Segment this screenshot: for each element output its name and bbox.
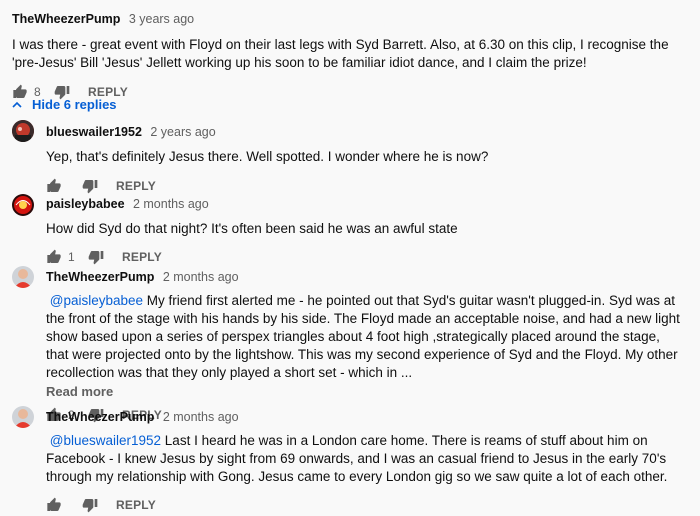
reply-comment: blueswailer1952 2 years ago Yep, that's … xyxy=(46,123,686,195)
comment-time[interactable]: 2 years ago xyxy=(150,125,215,139)
thumbs-down-icon[interactable] xyxy=(88,249,104,265)
comment-text: How did Syd do that night? It's often be… xyxy=(46,221,458,236)
reply-button[interactable]: REPLY xyxy=(116,498,156,512)
top-comment: TheWheezerPump 3 years ago I was there -… xyxy=(12,10,692,101)
comment-author[interactable]: TheWheezerPump xyxy=(46,270,154,284)
thumbs-up-icon[interactable] xyxy=(46,178,62,194)
thumbs-up-icon[interactable] xyxy=(46,497,62,513)
comment-time[interactable]: 3 years ago xyxy=(129,12,194,26)
avatar[interactable] xyxy=(12,406,34,428)
comment-text: @paisleybabee My friend first alerted me… xyxy=(46,292,686,382)
reply-comment: TheWheezerPump 2 months ago @paisleybabe… xyxy=(46,268,686,424)
hide-replies-button[interactable]: Hide 6 replies xyxy=(12,97,117,112)
reply-comment: TheWheezerPump 2 months ago @blueswailer… xyxy=(46,408,686,514)
read-more-button[interactable]: Read more xyxy=(46,384,686,399)
hide-replies-label: Hide 6 replies xyxy=(32,97,117,112)
like-count: 1 xyxy=(68,250,75,264)
mention-link[interactable]: @paisleybabee xyxy=(50,293,143,308)
thumbs-down-icon[interactable] xyxy=(82,178,98,194)
thumbs-up-icon[interactable] xyxy=(46,249,62,265)
comment-actions: REPLY xyxy=(46,177,686,195)
comment-text: Yep, that's definitely Jesus there. Well… xyxy=(46,149,489,164)
comment-actions: REPLY xyxy=(46,496,686,514)
comment-time[interactable]: 2 months ago xyxy=(163,410,239,424)
comment-author[interactable]: blueswailer1952 xyxy=(46,125,142,139)
reply-button[interactable]: REPLY xyxy=(116,179,156,193)
chevron-up-icon xyxy=(12,97,22,112)
comment-time[interactable]: 2 months ago xyxy=(133,197,209,211)
reply-comment: paisleybabee 2 months ago How did Syd do… xyxy=(46,195,686,266)
avatar[interactable] xyxy=(12,194,34,216)
mention-link[interactable]: @blueswailer1952 xyxy=(50,433,161,448)
comment-text: I was there - great event with Floyd on … xyxy=(12,37,669,70)
comment-author[interactable]: TheWheezerPump xyxy=(12,12,120,26)
thumbs-down-icon[interactable] xyxy=(82,497,98,513)
avatar[interactable] xyxy=(12,120,34,142)
comment-actions: 1 REPLY xyxy=(46,248,686,266)
comment-time[interactable]: 2 months ago xyxy=(163,270,239,284)
comment-author[interactable]: paisleybabee xyxy=(46,197,125,211)
comment-thread: TheWheezerPump 3 years ago I was there -… xyxy=(0,0,700,514)
reply-button[interactable]: REPLY xyxy=(122,250,162,264)
comment-text: @blueswailer1952 Last I heard he was in … xyxy=(46,432,686,486)
avatar[interactable] xyxy=(12,266,34,288)
comment-author[interactable]: TheWheezerPump xyxy=(46,410,154,424)
